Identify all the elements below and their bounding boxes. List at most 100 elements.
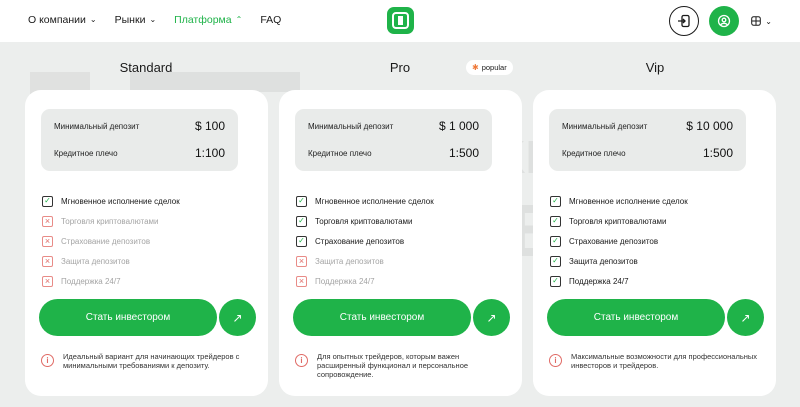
chevron-up-icon: ⌃ bbox=[235, 15, 243, 24]
feature-label: Торговля криптовалютами bbox=[61, 216, 159, 226]
leverage-label: Кредитное плечо bbox=[562, 148, 626, 158]
plan-note: i Для опытных трейдеров, которым важен ра… bbox=[295, 352, 505, 379]
feature-item: × Поддержка 24/7 bbox=[296, 271, 434, 291]
header-actions: ⌄ bbox=[659, 6, 772, 36]
feature-item: ✓ Защита депозитов bbox=[550, 251, 688, 271]
feature-label: Торговля криптовалютами bbox=[315, 216, 413, 226]
min-deposit-value: $ 100 bbox=[194, 119, 225, 133]
checkbox-checked-icon: ✓ bbox=[296, 195, 307, 207]
arrow-up-right-icon[interactable]: ↗ bbox=[727, 299, 764, 336]
info-icon: i bbox=[549, 354, 562, 367]
plan-title-standard: Standard bbox=[119, 60, 173, 75]
min-deposit-value: $ 10 000 bbox=[686, 119, 733, 133]
min-deposit-value: $ 1 000 bbox=[438, 119, 479, 133]
leverage-row: Кредитное плечо 1:500 bbox=[308, 146, 479, 160]
top-header: О компании ⌄ Рынки ⌄ Платформа ⌃ FAQ ⌄ bbox=[0, 0, 800, 42]
info-icon: i bbox=[41, 354, 54, 367]
feature-label: Мгновенное исполнение сделок bbox=[315, 196, 434, 206]
checkbox-checked-icon: ✓ bbox=[296, 215, 307, 227]
checkbox-cross-icon: × bbox=[296, 275, 307, 287]
login-icon bbox=[678, 14, 690, 28]
min-deposit-row: Минимальный депозит $ 1 000 bbox=[308, 119, 479, 133]
min-deposit-row: Минимальный депозит $ 100 bbox=[54, 119, 225, 133]
chevron-down-icon: ⌄ bbox=[89, 15, 97, 24]
become-investor-button[interactable]: Стать инвестором bbox=[293, 299, 471, 336]
min-deposit-label: Минимальный депозит bbox=[308, 121, 394, 131]
nav-item-faq[interactable]: FAQ bbox=[260, 12, 281, 28]
feature-item: ✓ Мгновенное исполнение сделок bbox=[296, 191, 434, 211]
feature-item: × Защита депозитов bbox=[42, 251, 180, 271]
checkbox-checked-icon: ✓ bbox=[296, 235, 307, 247]
globe-icon bbox=[751, 16, 762, 26]
feature-item: ✓ Страхование депозитов bbox=[296, 231, 434, 251]
plan-info-box: Минимальный депозит $ 10 000 Кредитное пле… bbox=[549, 109, 746, 171]
plan-info-box: Минимальный депозит $ 100 Кредитное плечо 1… bbox=[41, 109, 238, 171]
leverage-value: 1:100 bbox=[194, 146, 225, 160]
nav-item-platform[interactable]: Платформа ⌃ bbox=[174, 12, 242, 28]
feature-label: Защита депозитов bbox=[61, 256, 130, 266]
nav-item-company[interactable]: О компании ⌄ bbox=[28, 12, 97, 28]
feature-label: Торговля криптовалютами bbox=[569, 216, 667, 226]
min-deposit-row: Минимальный депозит $ 10 000 bbox=[562, 119, 733, 133]
become-investor-button[interactable]: Стать инвестором bbox=[39, 299, 217, 336]
feature-label: Страхование депозитов bbox=[61, 236, 151, 246]
plan-note-text: Идеальный вариант для начинающих трейдер… bbox=[63, 352, 240, 370]
info-icon: i bbox=[295, 354, 308, 367]
plan-card-pro: Минимальный депозит $ 1 000 Кредитное плеч… bbox=[279, 90, 522, 396]
feature-label: Поддержка 24/7 bbox=[61, 276, 121, 286]
feature-item: × Поддержка 24/7 bbox=[42, 271, 180, 291]
feature-label: Защита депозитов bbox=[569, 256, 638, 266]
nav-item-label: О компании bbox=[28, 14, 86, 26]
profile-button[interactable] bbox=[709, 6, 740, 36]
plan-title-vip: Vip bbox=[645, 60, 665, 75]
plan-info-box: Минимальный депозит $ 1 000 Кредитное плеч… bbox=[295, 109, 492, 171]
checkbox-cross-icon: × bbox=[42, 255, 53, 267]
arrow-up-right-icon[interactable]: ↗ bbox=[219, 299, 256, 336]
leverage-value: 1:500 bbox=[702, 146, 733, 160]
leverage-label: Кредитное плечо bbox=[54, 148, 118, 158]
leverage-row: Кредитное плечо 1:100 bbox=[54, 146, 225, 160]
leverage-value: 1:500 bbox=[448, 146, 479, 160]
chevron-down-icon: ⌄ bbox=[765, 16, 772, 26]
checkbox-checked-icon: ✓ bbox=[550, 235, 561, 247]
plan-note-text: Максимальные возможности для профессиона… bbox=[571, 352, 758, 370]
checkbox-checked-icon: ✓ bbox=[550, 215, 561, 227]
leverage-row: Кредитное плечо 1:500 bbox=[562, 146, 733, 160]
feature-item: ✓ Мгновенное исполнение сделок bbox=[42, 191, 180, 211]
nav-item-label: Платформа bbox=[174, 14, 232, 26]
profile-icon bbox=[718, 14, 731, 28]
plan-card-vip: Минимальный депозит $ 10 000 Кредитное пле… bbox=[533, 90, 776, 396]
feature-label: Защита депозитов bbox=[315, 256, 384, 266]
feature-item: × Торговля криптовалютами bbox=[42, 211, 180, 231]
feature-item: ✓ Поддержка 24/7 bbox=[550, 271, 688, 291]
feature-list: ✓ Мгновенное исполнение сделок ✓ Торговля к… bbox=[296, 191, 434, 291]
plan-note: i Идеальный вариант для начинающих трейде… bbox=[41, 352, 251, 370]
feature-item: ✓ Торговля криптовалютами bbox=[550, 211, 688, 231]
star-icon: ✱ bbox=[472, 63, 479, 72]
language-selector[interactable]: ⌄ bbox=[751, 16, 772, 26]
plan-note: i Максимальные возможности для профессион… bbox=[549, 352, 759, 370]
arrow-up-right-icon[interactable]: ↗ bbox=[473, 299, 510, 336]
plan-card-standard: Минимальный депозит $ 100 Кредитное плечо 1… bbox=[25, 90, 268, 396]
plan-note-text: Для опытных трейдеров, которым важен рас… bbox=[317, 352, 469, 379]
feature-item: × Защита депозитов bbox=[296, 251, 434, 271]
checkbox-cross-icon: × bbox=[42, 215, 53, 227]
checkbox-cross-icon: × bbox=[42, 275, 53, 287]
popular-badge-label: popular bbox=[481, 63, 507, 72]
checkbox-cross-icon: × bbox=[42, 235, 53, 247]
feature-label: Поддержка 24/7 bbox=[315, 276, 375, 286]
brand-logo-icon[interactable] bbox=[387, 7, 414, 34]
feature-item: ✓ Мгновенное исполнение сделок bbox=[550, 191, 688, 211]
feature-label: Страхование депозитов bbox=[315, 236, 405, 246]
become-investor-button[interactable]: Стать инвестором bbox=[547, 299, 725, 336]
feature-item: ✓ Торговля криптовалютами bbox=[296, 211, 434, 231]
nav-item-markets[interactable]: Рынки ⌄ bbox=[115, 12, 157, 28]
min-deposit-label: Минимальный депозит bbox=[562, 121, 648, 131]
checkbox-checked-icon: ✓ bbox=[550, 275, 561, 287]
chevron-down-icon: ⌄ bbox=[149, 15, 157, 24]
feature-list: ✓ Мгновенное исполнение сделок × Торговля к… bbox=[42, 191, 180, 291]
feature-item: × Страхование депозитов bbox=[42, 231, 180, 251]
login-button[interactable] bbox=[669, 6, 700, 36]
min-deposit-label: Минимальный депозит bbox=[54, 121, 140, 131]
feature-label: Поддержка 24/7 bbox=[569, 276, 629, 286]
